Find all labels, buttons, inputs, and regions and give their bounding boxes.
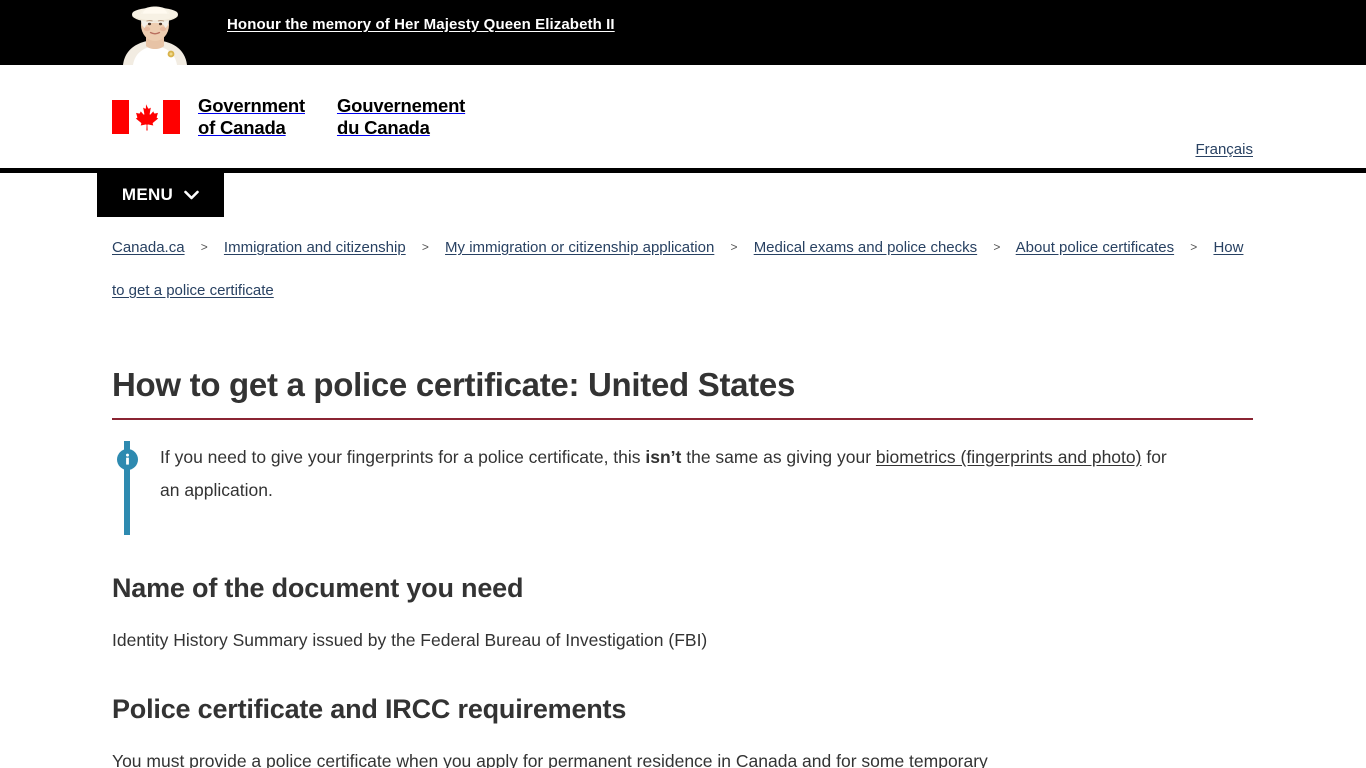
brand-en-line2: of Canada (198, 116, 286, 138)
brand-fr-line1: Gouvernement (336, 95, 466, 116)
breadcrumb-separator: > (730, 240, 738, 254)
breadcrumb-item-canada-ca[interactable]: Canada.ca (112, 239, 185, 256)
menu-button[interactable]: MENU (97, 173, 224, 217)
breadcrumb-item-immigration-and-citizenship[interactable]: Immigration and citizenship (224, 239, 406, 256)
breadcrumb-item-medical-exams-and-police-checks[interactable]: Medical exams and police checks (754, 239, 977, 256)
site-header: Français Government of Canada Gouverneme… (0, 65, 1366, 214)
language-toggle-link[interactable]: Français (1195, 141, 1253, 158)
section-heading-document-name: Name of the document you need (112, 572, 524, 603)
breadcrumb-separator: > (421, 240, 429, 254)
page-content: Canada.ca > Immigration and citizenship … (0, 217, 1366, 768)
canada-flag-icon (112, 99, 180, 134)
section-heading-ircc-requirements: Police certificate and IRCC requirements (112, 694, 627, 724)
memorial-banner: Honour the memory of Her Majesty Queen E… (0, 0, 1366, 65)
brand-en-line1: Government (198, 95, 305, 116)
breadcrumb-separator: > (1190, 240, 1198, 254)
memorial-banner-link[interactable]: Honour the memory of Her Majesty Queen E… (227, 16, 615, 33)
goc-brand-link[interactable]: Government of Canada Gouvernement du Can… (112, 95, 465, 139)
section-paragraph-document-name: Identity History Summary issued by the F… (112, 630, 708, 650)
main-nav: MENU (0, 173, 1366, 217)
breadcrumb-item-my-application[interactable]: My immigration or citizenship applicatio… (445, 239, 714, 256)
section-paragraph-ircc-requirements: You must provide a police certificate wh… (112, 751, 988, 768)
page-title: How to get a police certificate: United … (112, 366, 1253, 420)
brand-fr-line2: du Canada (336, 116, 430, 138)
goc-wordmark: Government of Canada Gouvernement du Can… (198, 95, 465, 139)
queen-elizabeth-portrait (113, 0, 217, 65)
info-callout: If you need to give your fingerprints fo… (112, 440, 1253, 535)
info-callout-text: If you need to give your fingerprints fo… (160, 441, 1170, 507)
chevron-down-icon (184, 185, 199, 205)
breadcrumb-separator: > (200, 240, 208, 254)
callout-text-part1: If you need to give your fingerprints fo… (160, 446, 646, 467)
breadcrumb-item-about-police-certificates[interactable]: About police certificates (1016, 239, 1174, 256)
biometrics-link[interactable]: biometrics (fingerprints and photo) (876, 447, 1142, 467)
callout-text-part2: the same as giving your (681, 446, 876, 467)
menu-button-label: MENU (121, 185, 174, 204)
info-icon (117, 448, 138, 470)
callout-text-bold: isn’t (645, 446, 682, 467)
breadcrumb: Canada.ca > Immigration and citizenship … (112, 226, 1253, 312)
breadcrumb-separator: > (993, 240, 1001, 254)
